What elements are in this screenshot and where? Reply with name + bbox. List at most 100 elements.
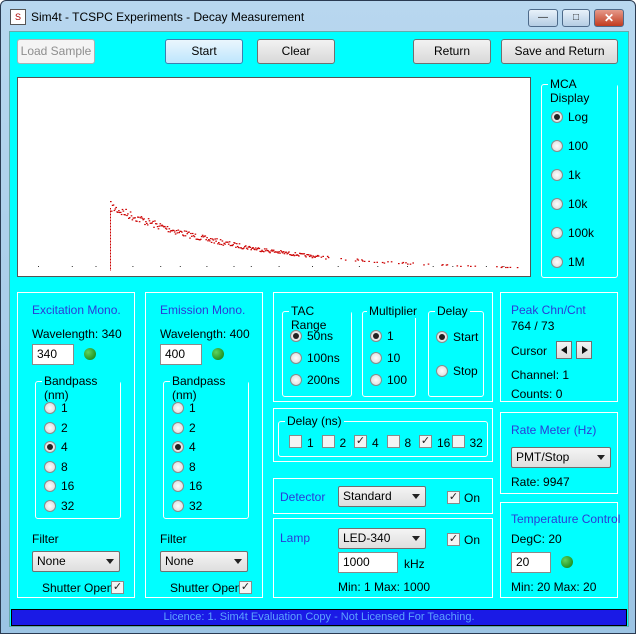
- multiplier-radio-10[interactable]: [370, 352, 382, 364]
- decay-data-point: [206, 237, 208, 239]
- decay-rise-point: [110, 215, 111, 217]
- decay-data-point: [219, 239, 222, 241]
- decay-data-point: [122, 210, 125, 212]
- multiplier-radio-1[interactable]: [370, 330, 382, 342]
- delay-ns-checkbox-16[interactable]: ✓: [419, 435, 432, 448]
- excitation-bandpass-label-2: 2: [61, 420, 68, 435]
- tac-range-title: TAC Range: [289, 304, 351, 332]
- delay-ns-checkbox-2[interactable]: [321, 435, 335, 448]
- decay-data-point: [191, 235, 193, 237]
- decay-data-point: [183, 230, 186, 232]
- delay-ns-panel: Delay (ns) 1 2 ✓ 4 8 ✓ 16 32: [273, 408, 493, 462]
- multiplier-label-1: 1: [387, 329, 394, 343]
- excitation-title: Excitation Mono.: [32, 303, 121, 317]
- excitation-bandpass-radio-16[interactable]: [44, 480, 56, 492]
- excitation-bandpass-radio-1[interactable]: [44, 402, 56, 414]
- cursor-right-arrow-icon[interactable]: [576, 341, 592, 359]
- decay-plot[interactable]: [17, 77, 531, 277]
- emission-filter-select[interactable]: None: [160, 551, 248, 572]
- decay-data-point: [221, 240, 224, 242]
- decay-rise-point: [110, 220, 111, 221]
- title-bar[interactable]: S Sim4t - TCSPC Experiments - Decay Meas…: [1, 1, 635, 31]
- excitation-wavelength-label: Wavelength: 340: [32, 327, 122, 341]
- decay-data-point: [191, 232, 194, 235]
- decay-rise-point: [110, 235, 111, 236]
- emission-wavelength-input[interactable]: 400: [160, 344, 202, 365]
- emission-bandpass-radio-32[interactable]: [172, 499, 184, 512]
- maximize-button[interactable]: □: [562, 9, 590, 27]
- temperature-input[interactable]: 20: [511, 552, 551, 573]
- decay-rise-point: [110, 238, 111, 239]
- decay-data-point: [327, 257, 330, 259]
- decay-data-point: [354, 260, 357, 262]
- emission-shutter-checkbox[interactable]: ✓: [239, 581, 252, 594]
- emission-status-led: [212, 348, 224, 360]
- delay-radio-Start[interactable]: [436, 331, 448, 343]
- delay-ns-checkbox-4[interactable]: ✓: [354, 435, 367, 448]
- lamp-rate-input[interactable]: 1000: [338, 552, 398, 573]
- close-button[interactable]: ✕: [594, 9, 624, 27]
- excitation-bandpass-radio-32[interactable]: [44, 499, 56, 512]
- emission-bandpass-radio-8[interactable]: [172, 460, 184, 473]
- lamp-rate-unit: kHz: [404, 557, 425, 571]
- return-button[interactable]: Return: [413, 39, 491, 64]
- decay-data-point: [168, 228, 171, 230]
- delay-ns-checkbox-32[interactable]: [451, 435, 465, 448]
- delay-radio-Stop[interactable]: [436, 365, 448, 377]
- detector-on-checkbox[interactable]: ✓: [447, 491, 460, 504]
- decay-data-point: [136, 220, 138, 222]
- decay-data-point: [121, 208, 124, 211]
- delay-ns-checkbox-1[interactable]: [289, 435, 302, 448]
- excitation-filter-select[interactable]: None: [32, 551, 120, 572]
- delay-ns-group: Delay (ns) 1 2 ✓ 4 8 ✓ 16 32: [278, 414, 488, 457]
- excitation-shutter-checkbox[interactable]: ✓: [111, 581, 124, 594]
- tac-radio-200ns[interactable]: [290, 374, 302, 386]
- decay-rise-point: [110, 208, 111, 209]
- decay-data-point: [164, 225, 166, 228]
- emission-bandpass-radio-2[interactable]: [172, 421, 184, 434]
- decay-data-point: [236, 245, 239, 248]
- mca-radio-10k[interactable]: [551, 198, 563, 210]
- emission-bandpass-radio-16[interactable]: [172, 480, 184, 492]
- load-sample-button[interactable]: Load Sample: [17, 39, 95, 64]
- multiplier-radio-100[interactable]: [370, 374, 382, 386]
- emission-bandpass-radio-4[interactable]: [172, 441, 184, 453]
- decay-data-point: [278, 251, 280, 253]
- excitation-wavelength-input[interactable]: 340: [32, 344, 74, 365]
- cursor-left-arrow-icon[interactable]: [556, 341, 572, 359]
- mca-radio-1k[interactable]: [551, 169, 563, 181]
- decay-data-point: [119, 211, 122, 213]
- rate-meter-select[interactable]: PMT/Stop: [511, 447, 611, 468]
- detector-select[interactable]: Standard: [338, 486, 426, 507]
- mca-radio-1M[interactable]: [551, 256, 563, 268]
- excitation-bandpass-radio-8[interactable]: [44, 460, 56, 473]
- decay-rise-point: [110, 230, 111, 232]
- decay-data-point: [326, 255, 329, 257]
- decay-data-point: [363, 260, 366, 262]
- excitation-bandpass-radio-4[interactable]: [44, 441, 56, 453]
- lamp-min-max: Min: 1 Max: 1000: [338, 580, 431, 594]
- background-count-point: [358, 266, 360, 267]
- background-count-point: [179, 266, 181, 267]
- delay-ns-checkbox-8[interactable]: [386, 435, 400, 448]
- save-and-return-button[interactable]: Save and Return: [501, 39, 618, 64]
- tac-radio-50ns[interactable]: [290, 330, 302, 342]
- emission-bandpass-radio-1[interactable]: [172, 402, 184, 414]
- mca-radio-Log[interactable]: [551, 111, 563, 123]
- decay-data-point: [280, 250, 282, 252]
- lamp-on-checkbox[interactable]: ✓: [447, 533, 460, 546]
- tac-radio-100ns[interactable]: [290, 352, 302, 364]
- decay-data-point: [129, 211, 132, 213]
- start-button[interactable]: Start: [165, 39, 243, 64]
- clear-button[interactable]: Clear: [257, 39, 335, 64]
- mca-radio-100k[interactable]: [551, 227, 563, 239]
- excitation-bandpass-radio-2[interactable]: [44, 421, 56, 434]
- rate-meter-select-value: PMT/Stop: [516, 450, 570, 464]
- temperature-panel: Temperature Control DegC: 20 20 Min: 20 …: [500, 502, 620, 598]
- mca-radio-100[interactable]: [551, 140, 563, 152]
- background-count-point: [95, 266, 97, 267]
- decay-data-point: [305, 256, 307, 258]
- lamp-select[interactable]: LED-340: [338, 528, 426, 549]
- minimize-button[interactable]: —: [528, 9, 558, 27]
- lamp-value: LED-340: [343, 531, 391, 545]
